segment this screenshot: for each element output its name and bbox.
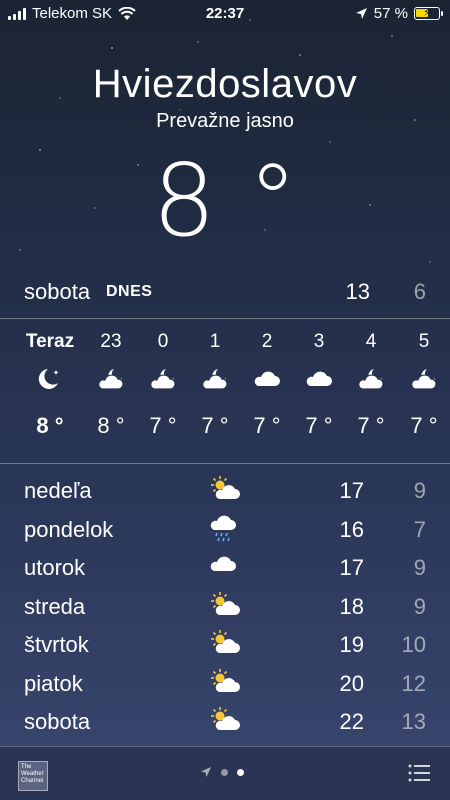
day-low: 7: [413, 516, 426, 542]
today-low: 6: [413, 279, 426, 304]
day-name: štvrtok: [24, 632, 89, 657]
partly-sunny-icon: [208, 628, 242, 660]
day-high: 19: [339, 632, 364, 657]
hour-column: 5 7 °: [398, 328, 450, 456]
divider-bottom: [0, 463, 450, 464]
daily-row: sobota 22 13: [24, 703, 426, 742]
hour-label: Teraz: [25, 331, 75, 352]
hour-column: 0 7 °: [137, 328, 189, 456]
day-name: piatok: [24, 670, 83, 696]
hour-temperature: 7 °: [305, 413, 333, 438]
day-name: nedeľa: [24, 478, 92, 503]
day-low: 10: [401, 632, 426, 657]
today-summary: sobota DNES 13 6: [24, 275, 426, 309]
today-day-name: sobota: [24, 279, 91, 304]
location-arrow-icon: [201, 767, 211, 777]
partly-cloudy-night-icon: [85, 356, 137, 400]
city-name: Hviezdoslavov: [92, 62, 358, 106]
partly-sunny-icon: [208, 705, 242, 737]
cloud-icon: [208, 551, 242, 583]
day-high: 17: [339, 478, 364, 503]
hour-label: 1: [209, 331, 221, 352]
partly-cloudy-night-icon: [398, 356, 450, 400]
hour-label: 3: [313, 331, 325, 352]
day-name: pondelok: [24, 516, 114, 542]
status-bar: Telekom SK 22:37 57 % ⚡: [0, 0, 450, 28]
day-low: 9: [413, 593, 426, 619]
partly-cloudy-night-icon: [189, 356, 241, 400]
hour-label: 0: [157, 331, 169, 352]
current-condition: Prevažne jasno: [156, 110, 294, 132]
moon-stars-icon: [20, 356, 80, 400]
day-low: 13: [401, 709, 426, 734]
hour-temperature: 8 °: [97, 413, 125, 438]
partly-sunny-icon: [208, 667, 242, 699]
hour-temperature: 8 °: [36, 413, 64, 438]
day-low: 9: [413, 478, 426, 503]
divider-top: [0, 318, 450, 319]
day-low: 12: [401, 670, 426, 696]
daily-row: piatok 20 12: [24, 665, 426, 704]
hour-column: 23 8 °: [85, 328, 137, 456]
page-indicator[interactable]: [200, 766, 244, 778]
hour-column: 4 7 °: [345, 328, 397, 456]
hour-column: 1 7 °: [189, 328, 241, 456]
rain-cloud-icon: [208, 513, 242, 545]
page-dot: [221, 768, 228, 776]
weather-channel-logo[interactable]: The Weather Channel: [18, 761, 48, 791]
hour-temperature: 7 °: [149, 413, 177, 438]
hour-temperature: 7 °: [410, 413, 438, 438]
partly-sunny-icon: [208, 474, 242, 506]
hour-temperature: 7 °: [201, 413, 229, 438]
daily-row: štvrtok 19 10: [24, 626, 426, 665]
daily-row: utorok 17 9: [24, 549, 426, 588]
battery-percent: 57 %: [373, 5, 408, 22]
day-name: sobota: [24, 709, 91, 734]
partly-sunny-icon: [208, 590, 242, 622]
location-arrow-icon: [355, 8, 367, 19]
day-high: 17: [339, 555, 364, 580]
current-temperature: 8 °: [152, 142, 298, 259]
daily-forecast[interactable]: nedeľa 17 9 pondelok 16 7 utorok 17 9 streda 18 9 št…: [24, 472, 426, 742]
page-dot-active: [237, 768, 244, 776]
daily-row: pondelok 16 7: [24, 511, 426, 550]
daily-row: streda 18 9: [24, 588, 426, 627]
hour-label: 4: [365, 331, 377, 352]
day-high: 18: [339, 593, 364, 619]
hour-column: Teraz 8 °: [20, 328, 80, 456]
hourly-forecast[interactable]: Teraz 8 ° 23 8 ° 0 7 ° 1 7 ° 2 7 ° 3 7 ° 4 7 ° 5 7 °: [0, 328, 450, 456]
hour-column: 2 7 °: [241, 328, 293, 456]
hour-temperature: 7 °: [357, 413, 385, 438]
today-badge: DNES: [106, 283, 153, 300]
cloud-icon: [241, 356, 293, 400]
day-name: streda: [24, 593, 86, 619]
cloud-icon: [293, 356, 345, 400]
day-name: utorok: [24, 555, 86, 580]
hour-label: 23: [100, 331, 122, 352]
day-low: 9: [413, 555, 426, 580]
day-high: 16: [339, 516, 364, 542]
city-list-icon[interactable]: [408, 763, 430, 783]
daily-row: nedeľa 17 9: [24, 472, 426, 511]
partly-cloudy-night-icon: [345, 356, 397, 400]
hour-temperature: 7 °: [253, 413, 281, 438]
bottom-toolbar: The Weather Channel: [0, 746, 450, 800]
today-high: 13: [345, 279, 370, 304]
day-high: 20: [339, 670, 364, 696]
charging-bolt-icon: ⚡: [423, 7, 431, 19]
hour-column: 3 7 °: [293, 328, 345, 456]
day-high: 22: [339, 709, 364, 734]
hour-label: 5: [418, 331, 430, 352]
battery-icon: ⚡: [414, 7, 443, 20]
hour-label: 2: [261, 331, 273, 352]
partly-cloudy-night-icon: [137, 356, 189, 400]
